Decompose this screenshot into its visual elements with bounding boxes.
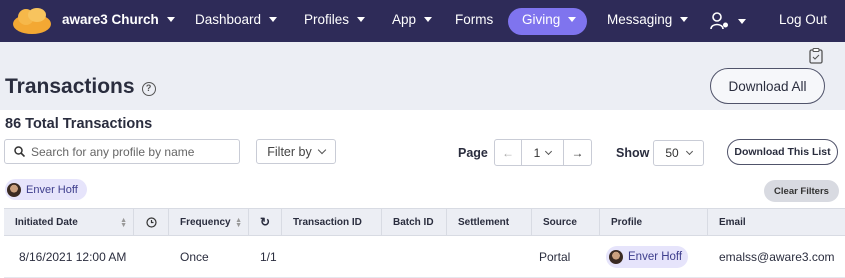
nav-messaging[interactable]: Messaging — [607, 12, 689, 27]
search-field[interactable] — [4, 139, 240, 164]
logout-link[interactable]: Log Out — [779, 12, 827, 27]
refresh-icon: ↻ — [259, 215, 271, 229]
clipboard-icon[interactable] — [809, 48, 823, 64]
nav-forms-label: Forms — [455, 12, 494, 27]
next-page-arrow-icon[interactable]: → — [564, 140, 591, 165]
chevron-down-icon — [166, 17, 175, 22]
sort-icon: ▲ ▼ — [120, 217, 127, 229]
user-settings-icon — [710, 12, 728, 30]
search-icon — [14, 146, 25, 157]
pagination: ← 1 → — [494, 139, 592, 166]
page-size-value: 50 — [665, 146, 679, 160]
chevron-down-icon — [545, 147, 553, 155]
nav-giving-label: Giving — [522, 12, 561, 27]
nav-profiles[interactable]: Profiles — [304, 12, 366, 27]
col-frequency-label: Frequency — [180, 216, 231, 228]
avatar — [609, 250, 623, 264]
col-batch-id-label: Batch ID — [393, 216, 434, 228]
page-number-select[interactable]: 1 — [522, 140, 564, 165]
avatar — [7, 182, 21, 197]
table-header: Initiated Date ▲ ▼ Frequency ▲ ▼ ↻ Transac… — [4, 208, 845, 236]
col-initiated-date-label: Initiated Date — [15, 216, 78, 228]
nav-messaging-label: Messaging — [607, 12, 673, 27]
filter-by-label: Filter by — [267, 144, 312, 159]
logout-label: Log Out — [779, 12, 828, 27]
profile-chip-label: Enver Hoff — [628, 251, 683, 263]
cell-initiated-date: 8/16/2021 12:00 AM — [19, 250, 127, 264]
col-time[interactable] — [134, 209, 169, 235]
search-input[interactable] — [31, 144, 231, 159]
nav-app-label: App — [392, 12, 417, 27]
col-transaction-id-label: Transaction ID — [293, 216, 362, 228]
download-all-button[interactable]: Download All — [710, 68, 825, 104]
chevron-down-icon — [317, 145, 326, 155]
download-list-button[interactable]: Download This List — [727, 139, 838, 165]
org-switcher[interactable]: aware3 Church — [62, 12, 175, 27]
col-profile[interactable]: Profile — [600, 209, 708, 235]
cell-profile: Enver Hoff — [606, 237, 688, 277]
nav-dashboard-label: Dashboard — [195, 12, 262, 27]
col-settlement[interactable]: Settlement — [447, 209, 532, 235]
col-source-label: Source — [543, 216, 577, 228]
col-recurrence[interactable]: ↻ — [249, 209, 282, 235]
org-name: aware3 Church — [62, 12, 159, 27]
nav-giving[interactable]: Giving — [522, 12, 577, 27]
col-profile-label: Profile — [611, 216, 643, 228]
col-transaction-id[interactable]: Transaction ID — [282, 209, 382, 235]
profile-chip[interactable]: Enver Hoff — [606, 246, 688, 268]
cell-source: Portal — [539, 250, 571, 264]
page-number: 1 — [533, 145, 541, 160]
cell-recurrence: 1/1 — [260, 250, 277, 264]
clock-icon — [145, 216, 157, 228]
nav-forms[interactable]: Forms — [455, 12, 493, 27]
nav-profiles-label: Profiles — [304, 12, 350, 27]
chevron-down-icon — [424, 17, 433, 22]
top-nav: aware3 Church Dashboard Profiles App For… — [0, 0, 845, 42]
chevron-down-icon — [680, 17, 689, 22]
page-title-text: Transactions — [5, 75, 135, 98]
chevron-down-icon — [269, 17, 278, 22]
table-row[interactable]: 8/16/2021 12:00 AM Once 1/1 Portal Enver… — [4, 237, 845, 278]
page-size-select[interactable]: 50 — [653, 140, 704, 166]
page-label: Page — [458, 146, 488, 160]
sort-icon: ▲ ▼ — [235, 217, 242, 229]
page-title: Transactions ? — [5, 75, 156, 99]
chevron-down-icon — [357, 17, 366, 22]
cell-frequency: Once — [180, 250, 209, 264]
filter-by-dropdown[interactable]: Filter by — [256, 139, 336, 164]
nav-app[interactable]: App — [392, 12, 433, 27]
chevron-down-icon — [738, 18, 746, 24]
col-email[interactable]: Email — [708, 209, 845, 235]
col-email-label: Email — [719, 216, 746, 228]
col-settlement-label: Settlement — [458, 216, 510, 228]
question-circle-icon[interactable]: ? — [141, 81, 156, 96]
col-frequency[interactable]: Frequency ▲ ▼ — [169, 209, 249, 235]
col-initiated-date[interactable]: Initiated Date ▲ ▼ — [4, 209, 134, 235]
cell-email: emalss@aware3.com — [719, 250, 835, 264]
chevron-down-icon — [568, 17, 577, 22]
prev-page-arrow-icon[interactable]: ← — [495, 140, 522, 165]
profile-filter-chip[interactable]: Enver Hoff — [5, 179, 87, 200]
show-label: Show — [616, 146, 650, 160]
filter-chip-label: Enver Hoff — [26, 183, 78, 196]
user-settings-menu[interactable] — [710, 12, 746, 30]
clear-filters-button[interactable]: Clear Filters — [764, 180, 839, 202]
nav-dashboard[interactable]: Dashboard — [195, 12, 278, 27]
aware3-logo-icon[interactable] — [12, 8, 52, 34]
chevron-down-icon — [685, 147, 693, 156]
total-transactions: 86 Total Transactions — [5, 116, 153, 132]
col-batch-id[interactable]: Batch ID — [382, 209, 447, 235]
col-source[interactable]: Source — [532, 209, 600, 235]
